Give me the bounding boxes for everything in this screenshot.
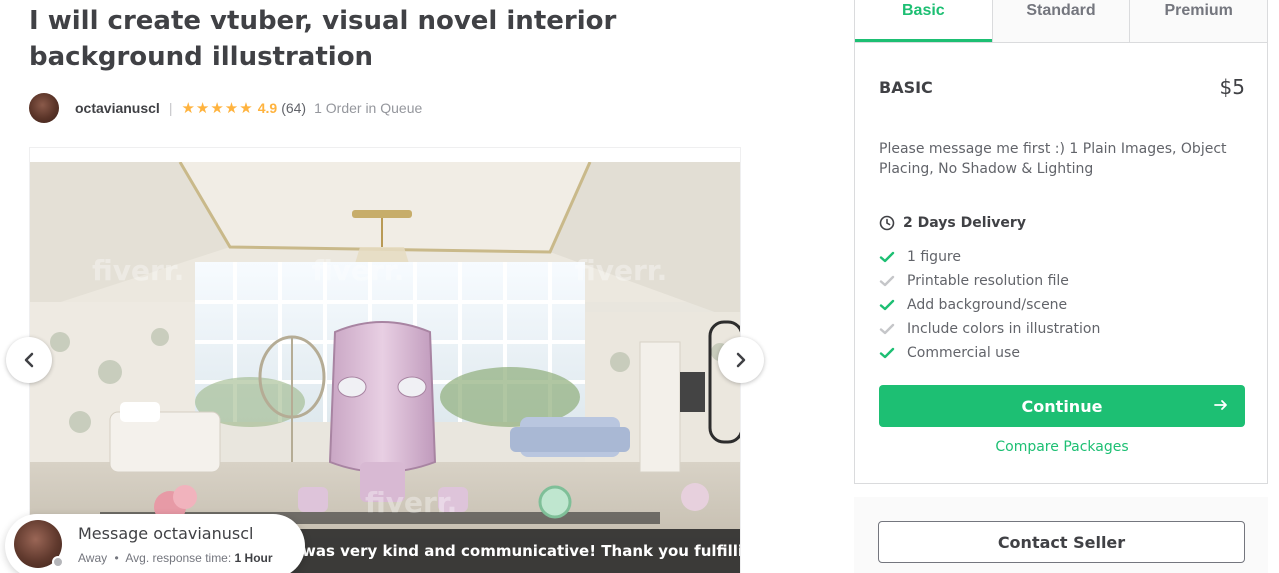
contact-section: Contact Seller xyxy=(854,497,1268,573)
package-tabs: Basic Standard Premium xyxy=(855,0,1268,43)
feature-label: 1 figure xyxy=(907,249,961,265)
clock-icon xyxy=(879,215,895,231)
feature-label: Printable resolution file xyxy=(907,273,1069,289)
feature-item: Include colors in illustration xyxy=(879,317,1100,341)
gig-title: I will create vtuber, visual novel inter… xyxy=(29,6,617,72)
status-dot-icon xyxy=(52,556,64,568)
rating-count-link[interactable]: (64) xyxy=(281,100,306,116)
arrow-right-icon xyxy=(1214,400,1227,410)
chevron-left-icon xyxy=(24,352,34,368)
seller-avatar[interactable] xyxy=(29,93,59,123)
watermark-text: fiverr. xyxy=(575,254,667,287)
gallery-next-button[interactable] xyxy=(718,337,764,383)
message-seller-card[interactable]: Message octavianuscl Away • Avg. respons… xyxy=(5,514,305,573)
separator-dot: • xyxy=(114,551,119,565)
seller-availability: Away • Avg. response time: 1 Hour xyxy=(78,551,273,565)
package-price: $5 xyxy=(1219,75,1245,99)
watermark-text: fiverr. xyxy=(312,254,404,287)
divider: | xyxy=(168,100,173,116)
message-seller-title: Message octavianuscl xyxy=(78,524,254,543)
gallery-main-image[interactable]: fiverr. fiverr. fiverr. fiverr. xyxy=(30,162,740,573)
feature-label: Include colors in illustration xyxy=(907,321,1101,337)
chevron-right-icon xyxy=(736,352,746,368)
package-name: BASIC xyxy=(879,77,933,97)
tab-standard[interactable]: Standard xyxy=(991,0,1130,42)
feature-list: 1 figure Printable resolution file Add b… xyxy=(879,245,1100,365)
check-icon xyxy=(879,345,895,361)
rating-score: 4.9 xyxy=(257,100,278,116)
feature-label: Add background/scene xyxy=(907,297,1068,313)
watermark-text: fiverr. xyxy=(365,486,457,519)
orders-in-queue: 1 Order in Queue xyxy=(314,100,423,116)
package-panel: Basic Standard Premium BASIC $5 Please m… xyxy=(854,0,1268,484)
away-status: Away xyxy=(78,551,108,565)
check-icon xyxy=(879,321,895,337)
feature-item: Printable resolution file xyxy=(879,269,1100,293)
check-icon xyxy=(879,249,895,265)
tab-premium[interactable]: Premium xyxy=(1129,0,1268,42)
feature-item: Commercial use xyxy=(879,341,1100,365)
rating-stars-icon: ★★★★★ xyxy=(181,100,254,117)
seller-overview: octavianuscl | ★★★★★ 4.9 (64) 1 Order in… xyxy=(29,92,422,124)
continue-label: Continue xyxy=(1021,396,1103,416)
delivery-time: 2 Days Delivery xyxy=(879,215,1026,231)
seller-name-link[interactable]: octavianuscl xyxy=(75,100,160,116)
compare-packages-link[interactable]: Compare Packages xyxy=(855,439,1269,455)
gig-gallery: fiverr. fiverr. fiverr. fiverr. was very… xyxy=(29,147,741,573)
check-icon xyxy=(879,297,895,313)
response-time-label: Avg. response time: xyxy=(125,551,232,565)
watermark-text: fiverr. xyxy=(92,254,184,287)
tab-basic[interactable]: Basic xyxy=(855,0,992,42)
check-icon xyxy=(879,273,895,289)
response-time-value: 1 Hour xyxy=(234,551,273,565)
feature-label: Commercial use xyxy=(907,345,1020,361)
package-description: Please message me first :) 1 Plain Image… xyxy=(879,141,1227,177)
continue-button[interactable]: Continue xyxy=(879,385,1245,427)
package-header: BASIC $5 xyxy=(879,75,1245,99)
contact-seller-button[interactable]: Contact Seller xyxy=(878,521,1245,563)
gallery-prev-button[interactable] xyxy=(6,337,52,383)
delivery-label: 2 Days Delivery xyxy=(903,215,1026,231)
feature-item: 1 figure xyxy=(879,245,1100,269)
feature-item: Add background/scene xyxy=(879,293,1100,317)
